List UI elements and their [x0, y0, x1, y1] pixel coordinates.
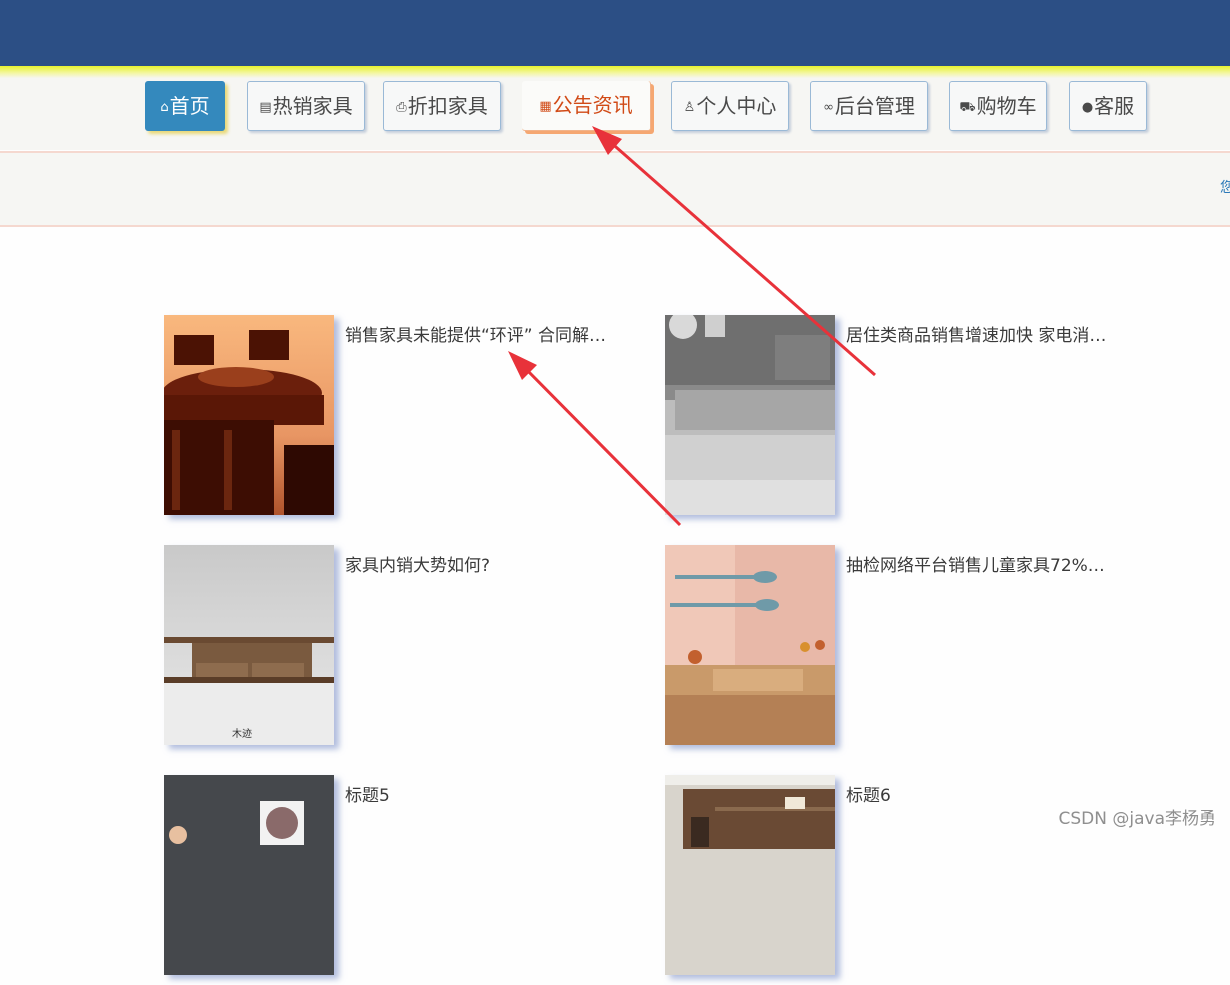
nav-label: 购物车	[976, 94, 1037, 118]
nav-label: 公告资讯	[552, 93, 633, 117]
nav-customer-service[interactable]: ●客服	[1069, 81, 1147, 131]
info-bar: 您	[0, 151, 1230, 227]
watermark: CSDN @java李杨勇	[1058, 809, 1217, 829]
nav-label: 折扣家具	[407, 94, 488, 118]
header-bar	[0, 0, 1230, 66]
news-title[interactable]: 居住类商品销售增速加快 家电消费持续回暖	[846, 321, 1121, 346]
news-item[interactable]: 标题6	[665, 775, 1125, 985]
grid-icon: ▦	[539, 99, 552, 114]
nav-label: 热销家具	[272, 94, 353, 118]
news-thumbnail[interactable]: 木迹	[164, 545, 334, 745]
clipboard-icon: ▤	[259, 100, 272, 115]
news-item[interactable]: 标题5	[164, 775, 624, 985]
nav-announcements[interactable]: ▦公告资讯	[522, 81, 651, 131]
news-item[interactable]: 抽检网络平台销售儿童家具72%不合格	[665, 545, 1125, 755]
nav-cart[interactable]: ⛟购物车	[949, 81, 1047, 131]
news-thumbnail[interactable]	[665, 545, 835, 745]
nav-home[interactable]: ⌂首页	[145, 81, 225, 131]
news-title[interactable]: 抽检网络平台销售儿童家具72%不合格	[846, 551, 1121, 576]
cart-icon: ⛟	[959, 100, 976, 115]
news-item[interactable]: 居住类商品销售增速加快 家电消费持续回暖	[665, 315, 1125, 525]
nav-label: 个人中心	[696, 94, 777, 118]
news-thumbnail[interactable]	[665, 775, 835, 975]
printer-icon: ⎙	[396, 100, 407, 115]
nav-discount-furniture[interactable]: ⎙折扣家具	[383, 81, 501, 131]
news-title[interactable]: 标题5	[345, 781, 620, 806]
header-accent-line	[0, 66, 1230, 78]
news-title[interactable]: 家具内销大势如何?	[345, 551, 620, 576]
news-item[interactable]: 销售家具未能提供“环评” 合同解除并赔偿损失	[164, 315, 624, 525]
news-thumbnail[interactable]	[164, 315, 334, 515]
news-thumbnail[interactable]	[164, 775, 334, 975]
news-title[interactable]: 标题6	[846, 781, 1121, 806]
nav-user-center[interactable]: ♙个人中心	[671, 81, 789, 131]
nav-label: 客服	[1094, 94, 1135, 118]
news-title[interactable]: 销售家具未能提供“环评” 合同解除并赔偿损失	[345, 321, 620, 346]
link-icon: ∞	[823, 100, 834, 115]
nav-hot-furniture[interactable]: ▤热销家具	[247, 81, 365, 131]
user-icon: ♙	[683, 100, 696, 115]
home-icon: ⌂	[160, 100, 169, 115]
news-item[interactable]: 木迹 家具内销大势如何?	[164, 545, 624, 755]
wechat-icon: ●	[1081, 100, 1094, 115]
nav-admin[interactable]: ∞后台管理	[810, 81, 928, 131]
nav-label: 后台管理	[834, 94, 915, 118]
news-thumbnail[interactable]	[665, 315, 835, 515]
info-bar-text: 您	[1220, 180, 1230, 196]
svg-text:木迹: 木迹	[232, 727, 252, 740]
nav-label: 首页	[169, 94, 210, 118]
main-nav: ⌂首页 ▤热销家具 ⎙折扣家具 ▦公告资讯 ♙个人中心 ∞后台管理 ⛟购物车 ●…	[0, 78, 1230, 150]
